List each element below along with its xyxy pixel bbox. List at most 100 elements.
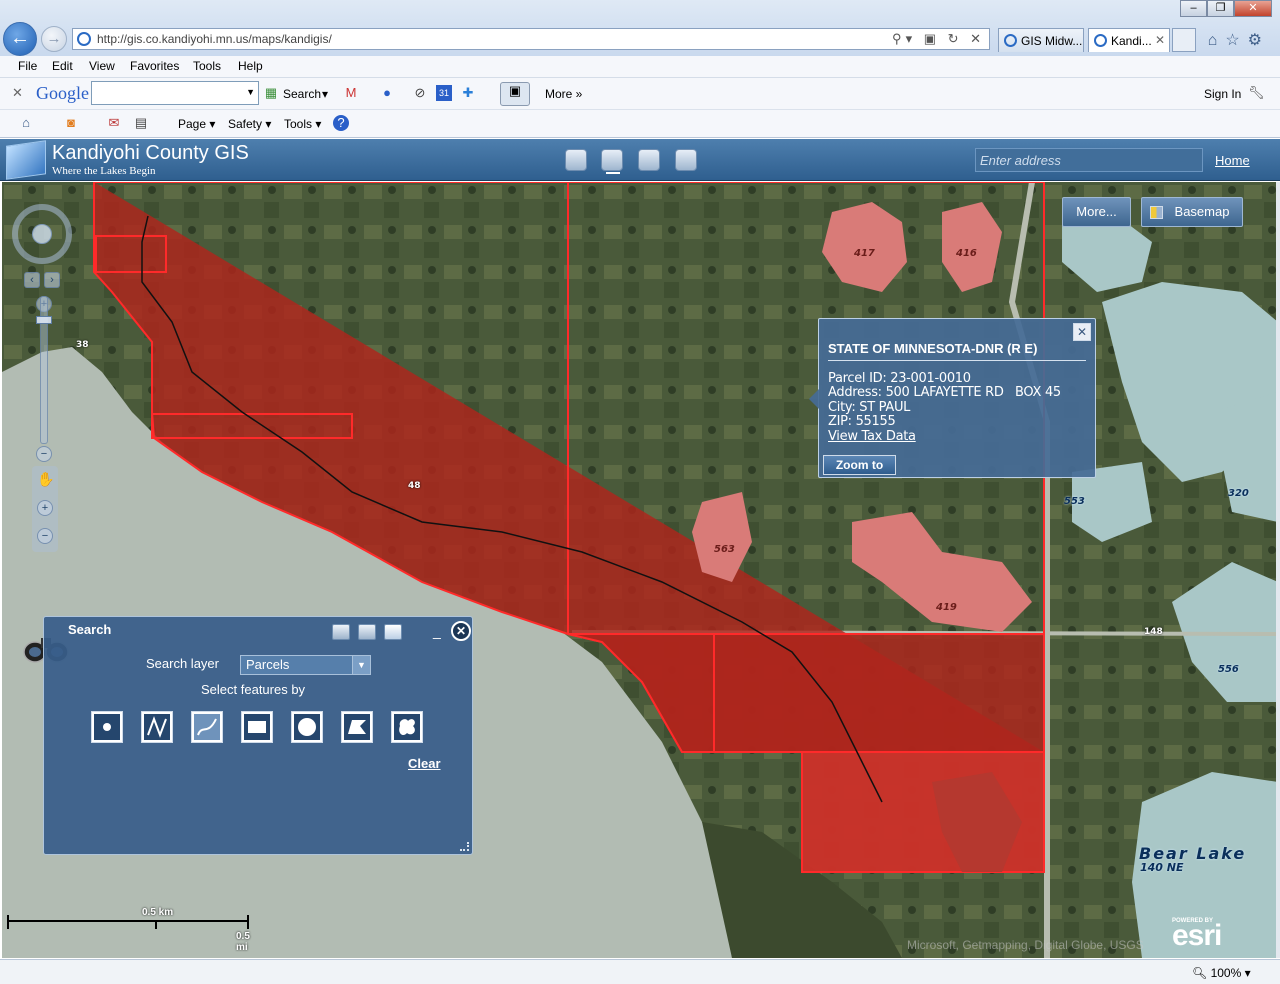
menu-favorites[interactable]: Favorites <box>130 59 179 73</box>
select-by-graphic-icon[interactable] <box>332 624 350 640</box>
draw-freehand-polygon-tool[interactable] <box>391 711 423 743</box>
vertical-scrollbar[interactable] <box>1276 182 1280 958</box>
more-button[interactable]: More... <box>1062 197 1131 227</box>
dropdown-arrow-icon[interactable]: ▾ <box>322 87 328 101</box>
zoom-slider-thumb[interactable] <box>36 316 52 324</box>
forward-button[interactable]: → <box>41 26 67 52</box>
draw-circle-tool[interactable] <box>291 711 323 743</box>
settings-gear-icon[interactable]: ⚙ <box>1248 32 1270 49</box>
zoom-out-icon[interactable]: − <box>36 446 52 462</box>
print-tool-icon[interactable] <box>565 149 587 171</box>
results-table-icon[interactable] <box>384 624 402 640</box>
draw-rectangle-tool[interactable] <box>241 711 273 743</box>
tab-label: Kandi... <box>1111 34 1152 48</box>
url-text[interactable]: http://gis.co.kandiyohi.mn.us/maps/kandi… <box>97 32 332 46</box>
google-search-input[interactable]: ▼ <box>91 81 259 105</box>
zoom-level-indicator[interactable]: 🔍︎ 100% ▾ <box>1192 966 1251 980</box>
chevron-down-icon[interactable]: ▼ <box>352 656 370 674</box>
close-tab-icon[interactable]: ✕ <box>1155 33 1165 47</box>
home-link[interactable]: Home <box>1215 153 1250 168</box>
menu-file[interactable]: File <box>18 59 37 73</box>
address-bar-tools[interactable]: ⚲▾ ▣ ↻ ✕ <box>892 31 985 47</box>
calendar-icon[interactable]: 31 <box>436 85 452 101</box>
print-icon[interactable]: ▤ <box>133 115 149 131</box>
county-logo-icon <box>6 140 46 180</box>
ie-icon <box>1094 34 1107 47</box>
pan-hand-icon[interactable]: ✋ <box>37 472 54 488</box>
mail-icon[interactable]: ✉ <box>106 115 122 131</box>
scale-km-label: 0.5 km <box>142 907 174 918</box>
menu-edit[interactable]: Edit <box>52 59 73 73</box>
lake-label: 320 <box>1228 488 1249 499</box>
home-icon[interactable]: ⌂ <box>18 115 34 131</box>
active-tool-indicator <box>606 172 620 174</box>
draw-freehand-line-tool[interactable] <box>191 711 223 743</box>
map-navigation-control: ‹ › + − ✋ + − <box>12 196 76 552</box>
tools-menu[interactable]: Tools ▾ <box>284 117 321 131</box>
close-widget-icon[interactable]: ✕ <box>451 621 471 641</box>
binoculars-tool-icon[interactable] <box>601 149 623 171</box>
parcel-zip-text: ZIP: 55155 <box>828 414 896 429</box>
safety-menu[interactable]: Safety ▾ <box>228 117 271 131</box>
close-popup-icon[interactable]: ✕ <box>1073 323 1091 341</box>
wrench-icon[interactable]: 🔧︎ <box>1248 85 1265 101</box>
minimize-widget-icon[interactable]: _ <box>433 623 443 639</box>
select-by-attribute-icon[interactable] <box>358 624 376 640</box>
favorites-star-icon[interactable]: ☆ <box>1225 32 1247 49</box>
minimize-window-button[interactable]: – <box>1180 0 1207 17</box>
map-attribution: Microsoft, Getmapping, Digital Globe, US… <box>907 938 1144 952</box>
google-search-button[interactable]: Search <box>283 87 321 101</box>
feeds-icon[interactable]: ◙ <box>63 115 79 131</box>
new-tab-button[interactable] <box>1172 28 1196 52</box>
identify-tool-icon[interactable] <box>638 149 660 171</box>
plus-icon[interactable]: ✚ <box>460 85 476 101</box>
select-features-label: Select features by <box>201 682 306 697</box>
menu-tools[interactable]: Tools <box>193 59 221 73</box>
road-shield: 38 <box>76 340 89 350</box>
maximize-window-button[interactable]: ❐ <box>1207 0 1234 17</box>
resize-handle-icon[interactable] <box>460 842 469 851</box>
lake-label: 556 <box>1218 664 1239 675</box>
back-button[interactable]: ← <box>3 22 37 56</box>
help-icon[interactable]: ? <box>333 115 349 131</box>
close-toolbar-icon[interactable]: ✕ <box>12 85 23 101</box>
globe-full-extent-icon[interactable] <box>32 224 52 244</box>
compass-icon[interactable]: ⊘ <box>412 85 428 101</box>
home-icon[interactable]: ⌂ <box>1208 32 1226 49</box>
draw-polygon-tool[interactable] <box>341 711 373 743</box>
clear-link[interactable]: Clear <box>408 756 441 771</box>
page-menu[interactable]: Page ▾ <box>178 117 215 131</box>
google-search-icon: ▦ <box>264 85 278 100</box>
search-widget-title: Search <box>68 622 112 637</box>
tab-kandiyohi[interactable]: Kandi... ✕ <box>1088 28 1170 52</box>
draw-point-tool[interactable] <box>91 711 123 743</box>
previous-extent-icon[interactable]: ‹ <box>24 272 40 288</box>
status-bar: 🔍︎ 100% ▾ <box>0 959 1280 984</box>
sign-in-link[interactable]: Sign In <box>1204 87 1241 101</box>
scale-bar-lines <box>7 915 249 929</box>
tab-label: GIS Midw... <box>1021 34 1083 48</box>
menu-view[interactable]: View <box>89 59 115 73</box>
tab-gis-midwest[interactable]: GIS Midw... <box>998 28 1084 52</box>
zoom-to-button[interactable]: Zoom to <box>823 455 896 475</box>
sidebar-toggle-icon[interactable]: ▣ <box>500 82 530 106</box>
view-tax-data-link[interactable]: View Tax Data <box>828 429 916 444</box>
gmail-icon[interactable]: M <box>343 85 359 101</box>
search-layer-select[interactable]: Parcels ▼ <box>240 655 371 675</box>
lake-label: 419 <box>936 602 957 613</box>
dropdown-arrow-icon[interactable]: ▼ <box>246 87 255 97</box>
basemap-button[interactable]: Basemap <box>1141 197 1243 227</box>
popup-pointer <box>809 389 819 409</box>
next-extent-icon[interactable]: › <box>44 272 60 288</box>
basemap-label: Basemap <box>1174 204 1230 219</box>
zoom-out-box-icon[interactable]: − <box>37 528 53 544</box>
address-search-input[interactable]: Enter address <box>975 148 1203 172</box>
globe-icon[interactable]: ● <box>379 85 395 101</box>
zoom-in-box-icon[interactable]: + <box>37 500 53 516</box>
layers-tool-icon[interactable] <box>675 149 697 171</box>
menu-help[interactable]: Help <box>238 59 263 73</box>
draw-polyline-tool[interactable] <box>141 711 173 743</box>
more-link[interactable]: More » <box>545 87 582 101</box>
address-bar[interactable]: http://gis.co.kandiyohi.mn.us/maps/kandi… <box>72 28 990 50</box>
close-window-button[interactable]: ✕ <box>1234 0 1272 17</box>
